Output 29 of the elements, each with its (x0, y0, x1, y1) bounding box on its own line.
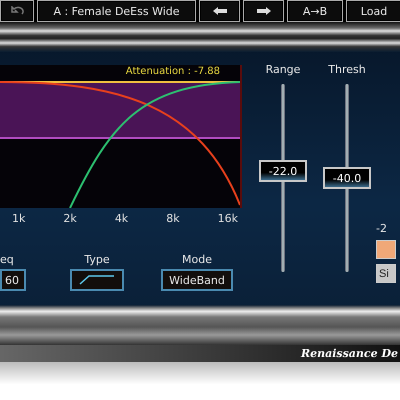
axis-label: 4k (114, 212, 128, 225)
filter-shape-icon (79, 275, 115, 285)
axis-label: 1k (12, 212, 26, 225)
undo-icon (9, 6, 25, 16)
slider-handle[interactable]: -22.0 (259, 160, 307, 182)
slider-label: Range (266, 63, 300, 76)
axis-label: 16k (218, 212, 238, 225)
value-field[interactable]: 60 (0, 269, 26, 291)
slider-label: Thresh (328, 63, 366, 76)
preset-button[interactable]: A : Female DeEss Wide (37, 0, 196, 22)
next-button[interactable] (243, 0, 284, 22)
control-label: Mode (182, 253, 212, 266)
value-readout: -2 (376, 222, 387, 235)
previous-button[interactable] (199, 0, 240, 22)
left-arrow-icon (212, 7, 226, 15)
filter-type-button[interactable] (70, 269, 124, 291)
value-field[interactable]: WideBand (161, 269, 233, 291)
load-button[interactable]: Load (346, 0, 400, 22)
undo-button[interactable] (0, 0, 34, 22)
attenuation-readout: Attenuation : -7.88 (126, 66, 220, 77)
control-label: eq (0, 253, 14, 266)
slider-handle[interactable]: -40.0 (323, 167, 371, 189)
side-button[interactable]: Si (376, 264, 396, 283)
axis-label: 2k (63, 212, 77, 225)
product-name: Renaissance De (300, 347, 398, 360)
right-arrow-icon (256, 7, 270, 15)
compare-button[interactable]: A→B (287, 0, 343, 22)
control-label: Type (84, 253, 110, 266)
axis-label: 8k (166, 212, 180, 225)
